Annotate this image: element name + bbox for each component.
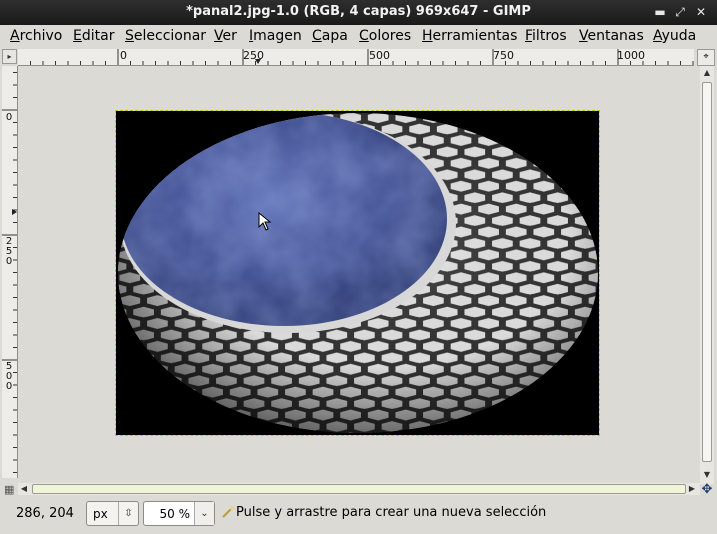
horizontal-scroll-thumb[interactable] [32,484,686,494]
menu-seleccionar[interactable]: Seleccionar [125,28,206,44]
minimize-icon[interactable]: ▬ [652,4,668,20]
triangle-right-icon: ▸ [7,52,12,61]
menu-herramientas[interactable]: Herramientas [422,28,517,44]
scroll-left-icon[interactable]: ◀ [18,483,30,495]
image-menu-button[interactable]: ▸ [2,49,17,64]
maximize-icon[interactable]: ⤢ [672,4,688,20]
image-canvas[interactable] [115,110,600,436]
ruler-label: 0 [120,49,127,62]
zoom-image-button[interactable]: ⌖ [697,49,715,66]
vertical-ruler-ticks [2,72,17,473]
zoom-icon: ⌖ [703,52,709,62]
scroll-up-icon[interactable]: ▲ [701,66,713,80]
ruler-label: 1000 [617,49,645,62]
navigate-icon[interactable]: ✥ [700,483,714,497]
menu-editar[interactable]: Editar [73,28,114,44]
menu-ayuda-label: Ayuda [653,28,697,44]
menu-filtros[interactable]: Filtros [525,28,567,44]
menu-colores-label: Colores [359,28,412,44]
menu-ayuda[interactable]: Ayuda [653,28,696,44]
ruler-label-500: 500 [5,361,13,392]
menu-filtros-label: Filtros [525,28,567,44]
close-icon[interactable]: ✕ [693,4,709,20]
zoom-combo[interactable]: 50 % ⌄ [143,501,215,526]
horizontal-scrollbar[interactable]: ◀ ▶ [18,483,700,495]
unit-value: px [93,507,108,521]
horizontal-ruler[interactable]: 0 250 500 750 1000 [18,49,694,66]
vertical-ruler[interactable]: 0 250 500 [2,66,18,478]
window-title: *panal2.jpg-1.0 (RGB, 4 capas) 969x647 -… [186,4,531,19]
canvas-viewport[interactable] [19,66,697,483]
status-bar: 286, 204 px ⇳ 50 % ⌄ Pulse y arrastre pa… [0,496,717,534]
menu-bar: Archivo Editar Seleccionar Ver Imagen Ca… [0,25,717,47]
menu-capa[interactable]: Capa [312,28,348,44]
pointer-coordinates: 286, 204 [16,506,74,521]
menu-ventanas-label: Ventanas [579,28,644,44]
chevron-down-icon[interactable]: ⌄ [194,502,214,525]
menu-herramientas-label: Herramientas [422,28,518,44]
ruler-label: 0 [5,112,13,123]
menu-ventanas[interactable]: Ventanas [579,28,644,44]
menu-colores[interactable]: Colores [359,28,411,44]
ruler-label-250: 250 [5,236,13,267]
rect-select-icon [222,506,234,518]
title-bar[interactable]: *panal2.jpg-1.0 (RGB, 4 capas) 969x647 -… [0,0,717,25]
scroll-down-icon[interactable]: ▼ [701,468,713,482]
menu-imagen[interactable]: Imagen [249,28,302,44]
mouse-pointer-icon [258,212,272,231]
spin-arrows-icon[interactable]: ⇳ [118,502,138,525]
quick-mask-icon[interactable]: ▦ [4,484,16,496]
menu-editar-label: Editar [73,28,115,44]
vertical-scroll-thumb[interactable] [702,82,712,462]
menu-ver[interactable]: Ver [214,28,237,44]
honeycomb-egg-image [116,111,599,435]
menu-archivo[interactable]: Archivo [10,28,62,44]
status-hint: Pulse y arrastre para crear una nueva se… [236,505,547,520]
unit-selector[interactable]: px ⇳ [86,501,139,526]
menu-ver-label: Ver [214,28,237,44]
menu-seleccionar-label: Seleccionar [125,28,207,44]
vertical-scrollbar[interactable]: ▲ ▼ [700,66,714,484]
menu-imagen-label: Imagen [249,28,302,44]
ruler-label: 750 [493,49,514,62]
menu-capa-label: Capa [312,28,348,44]
menu-archivo-label: Archivo [10,28,63,44]
ruler-label: 250 [243,49,264,62]
gimp-window: *panal2.jpg-1.0 (RGB, 4 capas) 969x647 -… [0,0,717,534]
ruler-label: 500 [369,49,390,62]
scroll-right-icon[interactable]: ▶ [686,483,698,495]
zoom-value: 50 % [159,507,191,521]
